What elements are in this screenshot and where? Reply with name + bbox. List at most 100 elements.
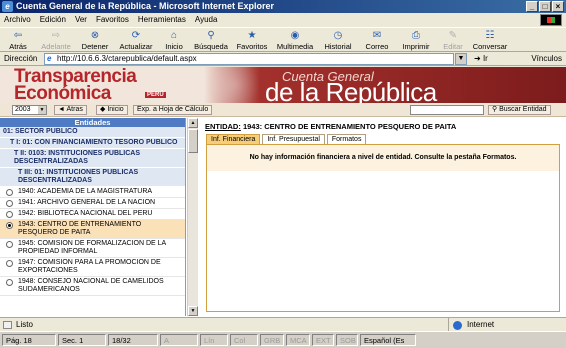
entity-list-item[interactable]: 1940: ACADEMIA DE LA MAGISTRATURA (0, 187, 185, 198)
entity-radio[interactable] (6, 211, 13, 218)
menu-bar: Archivo Edición Ver Favoritos Herramient… (0, 13, 566, 27)
page-toolbar: 2003 ◄ Atras ◆ Inicio Exp. a Hoja de Cál… (0, 103, 566, 117)
info-tabs: Inf. Financiera Inf. Presupuestal Format… (206, 134, 367, 144)
tree-section[interactable]: T III: 01: INSTITUCIONES PUBLICAS DESCEN… (0, 168, 185, 187)
entity-label: 1940: ACADEMIA DE LA MAGISTRATURA (18, 188, 153, 195)
menu-favoritos[interactable]: Favoritos (96, 13, 129, 27)
media-icon: ◉ (290, 30, 300, 41)
year-select[interactable]: 2003 (12, 105, 47, 115)
address-input[interactable]: http://10.6.6.3/ctarepublica/default.asp… (44, 53, 454, 65)
export-button[interactable]: Exp. a Hoja de Cálculo (133, 105, 213, 115)
back-page-label: Atras (66, 106, 83, 113)
toolbar-search-button[interactable]: ⚲ Búsqueda (190, 28, 232, 53)
tree-sections: 01: SECTOR PUBLICO T I: 01: CON FINANCIAM… (0, 127, 185, 187)
position-indicator: 18/32 (108, 334, 158, 346)
entity-list-item[interactable]: 1942: BIBLIOTECA NACIONAL DEL PERU (0, 209, 185, 220)
toolbar-button-label: Favoritos (236, 42, 268, 51)
entity-radio[interactable] (6, 222, 13, 229)
menu-herramientas[interactable]: Herramientas (138, 13, 186, 27)
entity-label: 1948: CONSEJO NACIONAL DE CAMELIDOS SUDA… (18, 278, 164, 293)
home-page-button[interactable]: ◆ Inicio (96, 105, 128, 115)
entity-list-item[interactable]: 1945: COMISION DE FORMALIZACION DE LA PR… (0, 239, 185, 258)
tab-formatos[interactable]: Formatos (326, 134, 367, 144)
window-controls: _ □ × (526, 1, 564, 12)
search-entity-button[interactable]: ⚲ Buscar Entidad (488, 105, 551, 115)
toolbar-button-label: Imprimir (402, 42, 430, 51)
toolbar-media-button[interactable]: ◉ Multimedia (272, 28, 318, 53)
menu-ayuda[interactable]: Ayuda (195, 13, 218, 27)
grb-indicator: GRB (260, 334, 284, 346)
search-entity-input[interactable] (410, 105, 484, 115)
toolbar-forward-arrow-button[interactable]: ⇨ Adelante (36, 28, 76, 53)
toolbar-button-label: Multimedia (276, 42, 314, 51)
scroll-up-button[interactable]: ▲ (188, 118, 198, 128)
toolbar-button-label: Historial (324, 42, 352, 51)
entity-list-item[interactable]: 1947: COMISION PARA LA PROMOCION DE EXPO… (0, 258, 185, 277)
status-bar: Listo Internet (0, 317, 566, 332)
entity-list-item[interactable]: 1943: CENTRO DE ENTRENAMIENTO PESQUERO D… (0, 220, 185, 239)
favorites-icon: ★ (247, 30, 257, 41)
entity-label: 1947: COMISION PARA LA PROMOCION DE EXPO… (18, 259, 161, 274)
entity-radio[interactable] (6, 260, 13, 267)
entity-radio[interactable] (6, 279, 13, 286)
go-button[interactable]: ➜ Ir (474, 54, 488, 63)
toolbar-button-label: Conversar (472, 42, 508, 51)
toolbar-mail-button[interactable]: ✉ Correo (358, 28, 396, 53)
close-button[interactable]: × (552, 1, 564, 12)
menu-ver[interactable]: Ver (75, 13, 87, 27)
menu-edicion[interactable]: Edición (40, 13, 66, 27)
sob-indicator: SOB (336, 334, 358, 346)
toolbar-favorites-button[interactable]: ★ Favoritos (232, 28, 272, 53)
back-page-button[interactable]: ◄ Atras (54, 105, 87, 115)
search-entity-label: Buscar Entidad (499, 106, 547, 113)
forward-arrow-icon: ⇨ (51, 30, 61, 41)
minimize-button[interactable]: _ (526, 1, 538, 12)
entity-detail-panel: ENTIDAD: 1943: CENTRO DE ENTRENAMIENTO P… (200, 118, 566, 316)
tab-inf-presupuestal[interactable]: Inf. Presupuestal (262, 134, 325, 144)
edit-icon: ✎ (448, 30, 458, 41)
site-banner: Transparencia Económica PERÚ Cuenta Gene… (0, 67, 566, 103)
toolbar-print-button[interactable]: ⎙ Imprimir (396, 28, 436, 53)
history-icon: ◷ (333, 30, 343, 41)
toolbar-back-arrow-button[interactable]: ⇦ Atrás (0, 28, 36, 53)
scroll-thumb[interactable] (188, 129, 198, 153)
mail-icon: ✉ (372, 30, 382, 41)
web-page: Transparencia Económica PERÚ Cuenta Gene… (0, 67, 566, 317)
address-dropdown-button[interactable]: ▼ (455, 53, 467, 65)
menu-archivo[interactable]: Archivo (4, 13, 31, 27)
toolbar-history-button[interactable]: ◷ Historial (318, 28, 358, 53)
tree-scrollbar[interactable]: ▲ ▼ (187, 118, 198, 316)
address-bar: Dirección http://10.6.6.3/ctarepublica/d… (0, 52, 566, 66)
toolbar-stop-button[interactable]: ⊗ Detener (76, 28, 114, 53)
go-label: Ir (482, 54, 488, 63)
toolbar-refresh-button[interactable]: ⟳ Actualizar (114, 28, 158, 53)
banner-title-line2: Económica (14, 83, 111, 104)
tree-section[interactable]: T I: 01: CON FINANCIAMIENTO TESORO PUBLI… (0, 138, 185, 149)
toolbar-discuss-button[interactable]: ☷ Conversar (470, 28, 510, 53)
links-button[interactable]: Vínculos (531, 54, 562, 63)
toolbar-button-label: Atrás (9, 42, 27, 51)
discuss-icon: ☷ (485, 30, 495, 41)
entity-title-label: ENTIDAD: (205, 122, 241, 131)
toolbar-edit-button[interactable]: ✎ Editar (436, 28, 470, 53)
ext-indicator: EXT (312, 334, 334, 346)
tree-section[interactable]: T II: 0103: INSTITUCIONES PUBLICAS DESCE… (0, 149, 185, 168)
at-indicator: A (160, 334, 198, 346)
toolbar-button-label: Detener (81, 42, 109, 51)
banner-de-la-republica: de la República (265, 77, 437, 103)
entity-radio[interactable] (6, 241, 13, 248)
home-icon: ⌂ (170, 30, 178, 41)
entity-radio[interactable] (6, 189, 13, 196)
scroll-down-button[interactable]: ▼ (188, 306, 198, 316)
tree-section[interactable]: 01: SECTOR PUBLICO (0, 127, 185, 138)
entity-list-item[interactable]: 1948: CONSEJO NACIONAL DE CAMELIDOS SUDA… (0, 277, 185, 296)
maximize-button[interactable]: □ (539, 1, 551, 12)
entity-tree-header: Entidades (0, 118, 185, 127)
entity-list-item[interactable]: 1941: ARCHIVO GENERAL DE LA NACION (0, 198, 185, 209)
tab-inf-financiera[interactable]: Inf. Financiera (206, 134, 261, 144)
entity-radio[interactable] (6, 200, 13, 207)
entity-label: 1941: ARCHIVO GENERAL DE LA NACION (18, 199, 156, 206)
toolbar-home-button[interactable]: ⌂ Inicio (158, 28, 190, 53)
info-message: No hay información financiera a nivel de… (207, 145, 559, 171)
section-indicator: Sec. 1 (58, 334, 106, 346)
